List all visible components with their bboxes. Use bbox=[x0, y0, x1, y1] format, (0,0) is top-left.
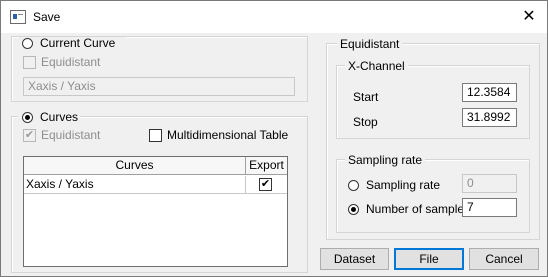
app-icon bbox=[10, 10, 26, 24]
multidimensional-table-label[interactable]: Multidimensional Table bbox=[167, 128, 288, 142]
x-channel-group-title: X-Channel bbox=[345, 59, 408, 73]
curves-radio[interactable] bbox=[22, 112, 33, 123]
curves-label[interactable]: Curves bbox=[40, 110, 78, 124]
close-icon[interactable]: ✕ bbox=[517, 7, 541, 27]
table-row-curve-name[interactable]: Xaxis / Yaxis bbox=[24, 176, 246, 194]
multidimensional-table-checkbox[interactable] bbox=[149, 129, 162, 142]
curves-table: Curves Export Xaxis / Yaxis ✔ bbox=[23, 156, 288, 267]
current-curve-equidistant-label: Equidistant bbox=[41, 55, 101, 69]
sampling-rate-radio[interactable] bbox=[348, 180, 359, 191]
title-bar: Save ✕ bbox=[1, 1, 547, 33]
cancel-button[interactable]: Cancel bbox=[469, 248, 539, 270]
column-header-export[interactable]: Export bbox=[246, 157, 287, 175]
number-of-samples-input[interactable]: 7 bbox=[462, 198, 517, 217]
stop-input[interactable]: 31.8992 bbox=[462, 108, 517, 127]
file-button[interactable]: File bbox=[394, 248, 464, 270]
export-checkbox[interactable]: ✔ bbox=[259, 178, 272, 191]
number-of-samples-radio[interactable] bbox=[348, 204, 359, 215]
current-curve-name-field: Xaxis / Yaxis bbox=[23, 77, 295, 96]
number-of-samples-label[interactable]: Number of samples bbox=[366, 202, 470, 216]
sampling-rate-label[interactable]: Sampling rate bbox=[366, 178, 440, 192]
curves-equidistant-label: Equidistant bbox=[41, 128, 101, 142]
stop-label: Stop bbox=[353, 115, 378, 129]
column-header-curves[interactable]: Curves bbox=[24, 157, 246, 175]
start-input[interactable]: 12.3584 bbox=[462, 83, 517, 102]
table-row-export-cell[interactable]: ✔ bbox=[246, 176, 287, 194]
sampling-rate-group bbox=[336, 159, 530, 233]
equidistant-group-title: Equidistant bbox=[337, 37, 403, 51]
sampling-rate-group-title: Sampling rate bbox=[345, 153, 426, 167]
current-curve-label[interactable]: Current Curve bbox=[40, 36, 115, 50]
save-dialog: Save ✕ Current Curve Equidistant Xaxis /… bbox=[0, 0, 548, 277]
window-title: Save bbox=[33, 10, 61, 24]
current-curve-radio[interactable] bbox=[22, 38, 33, 49]
start-label: Start bbox=[353, 90, 379, 104]
current-curve-equidistant-checkbox[interactable] bbox=[23, 56, 36, 69]
dataset-button[interactable]: Dataset bbox=[320, 248, 389, 270]
curves-equidistant-checkbox[interactable]: ✔ bbox=[23, 129, 36, 142]
sampling-rate-input: 0 bbox=[462, 174, 517, 193]
